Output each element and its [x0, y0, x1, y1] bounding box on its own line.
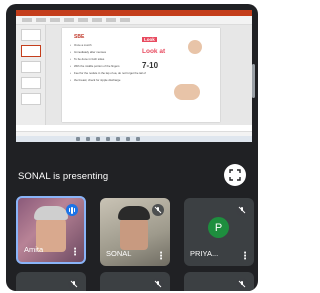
slide-thumbnails [16, 25, 46, 125]
slide-big-text: Look at [142, 48, 166, 55]
mic-off-icon [152, 278, 164, 290]
mic-off-icon [152, 204, 164, 216]
mic-off-icon [68, 278, 80, 290]
bullet: the breast; check for nipple discharge [70, 78, 162, 83]
participant-tile[interactable]: P PRIYA... ⋮ [184, 198, 254, 266]
bullet: Feel for the nodule in the lap of ea, do… [70, 71, 162, 76]
speaking-icon [66, 204, 78, 216]
avatar: P [208, 217, 229, 238]
illustration-figure [188, 40, 202, 54]
participant-tile[interactable]: Amita ⋮ [16, 196, 86, 264]
more-vert-icon[interactable]: ⋮ [156, 252, 166, 262]
current-slide: SBE Once a month Immediately after mense… [62, 28, 220, 122]
illustration-figure [174, 84, 200, 100]
bullet: Once a month [70, 43, 162, 48]
scrollbar[interactable] [252, 64, 255, 98]
participant-name: SONAL [106, 249, 132, 258]
meet-call-screen: SBE Once a month Immediately after mense… [6, 4, 258, 291]
slide-heading: SBE [74, 34, 85, 40]
participant-tile[interactable]: SONAL ⋮ [100, 198, 170, 266]
windows-taskbar [16, 136, 252, 142]
participant-video [118, 206, 150, 220]
participant-name: Amita [24, 245, 44, 254]
mic-off-icon [236, 204, 248, 216]
fullscreen-icon [229, 169, 241, 181]
participant-name: PRIYA... [190, 249, 219, 258]
shared-screen[interactable]: SBE Once a month Immediately after mense… [16, 10, 252, 142]
participant-video [34, 206, 68, 220]
powerpoint-ribbon [16, 16, 252, 25]
slide-mid-text: 7-10 [142, 61, 159, 70]
mic-off-icon [236, 278, 248, 290]
participant-tile[interactable] [16, 272, 86, 291]
slide-tag: Look [142, 37, 157, 42]
more-vert-icon[interactable]: ⋮ [240, 252, 250, 262]
slide-canvas: SBE Once a month Immediately after mense… [46, 25, 252, 125]
more-vert-icon[interactable]: ⋮ [70, 248, 80, 258]
participant-tile[interactable] [184, 272, 254, 291]
presenting-label: SONAL is presenting [18, 171, 109, 182]
fullscreen-button[interactable] [224, 164, 246, 186]
participant-tile[interactable] [100, 272, 170, 291]
